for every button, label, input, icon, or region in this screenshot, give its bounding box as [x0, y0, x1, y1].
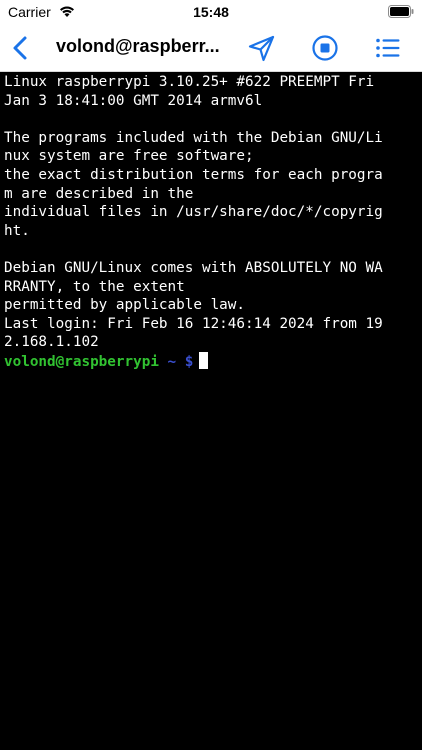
terminal-line: ht. [4, 222, 30, 239]
stop-icon[interactable] [309, 32, 341, 64]
terminal-output[interactable]: Linux raspberrypi 3.10.25+ #622 PREEMPT … [0, 73, 422, 750]
prompt-path: ~ $ [167, 353, 194, 370]
terminal-line: The programs included with the Debian GN… [4, 129, 383, 146]
send-icon[interactable] [246, 32, 278, 64]
terminal-line: nux system are free software; [4, 148, 254, 165]
terminal-line: 2.168.1.102 [4, 334, 99, 351]
battery-icon [388, 5, 414, 18]
clock: 15:48 [193, 4, 229, 20]
terminal-line: RRANTY, to the extent [4, 278, 185, 295]
status-bar: Carrier 15:48 [0, 0, 422, 24]
text-cursor [199, 351, 209, 369]
terminal-line: individual files in /usr/share/doc/*/cop… [4, 204, 383, 221]
list-icon[interactable] [372, 32, 404, 64]
terminal-line: Last login: Fri Feb 16 12:46:14 2024 fro… [4, 315, 383, 332]
prompt-user: volond@raspberrypi [4, 353, 159, 370]
terminal-line: the exact distribution terms for each pr… [4, 166, 383, 183]
back-chevron-icon[interactable] [6, 32, 38, 64]
shell-prompt[interactable]: volond@raspberrypi ~ $ [4, 351, 422, 371]
terminal-line: Linux raspberrypi 3.10.25+ #622 PREEMPT … [4, 74, 375, 90]
terminal-line: Debian GNU/Linux comes with ABSOLUTELY N… [4, 259, 383, 276]
session-title: volond@raspberr... [56, 36, 220, 56]
terminal-line: m are described in the [4, 185, 194, 202]
navigation-bar: volond@raspberr... [0, 24, 422, 72]
terminal-line: Jan 3 18:41:00 GMT 2014 armv6l [4, 92, 263, 109]
terminal-line: permitted by applicable law. [4, 297, 246, 314]
